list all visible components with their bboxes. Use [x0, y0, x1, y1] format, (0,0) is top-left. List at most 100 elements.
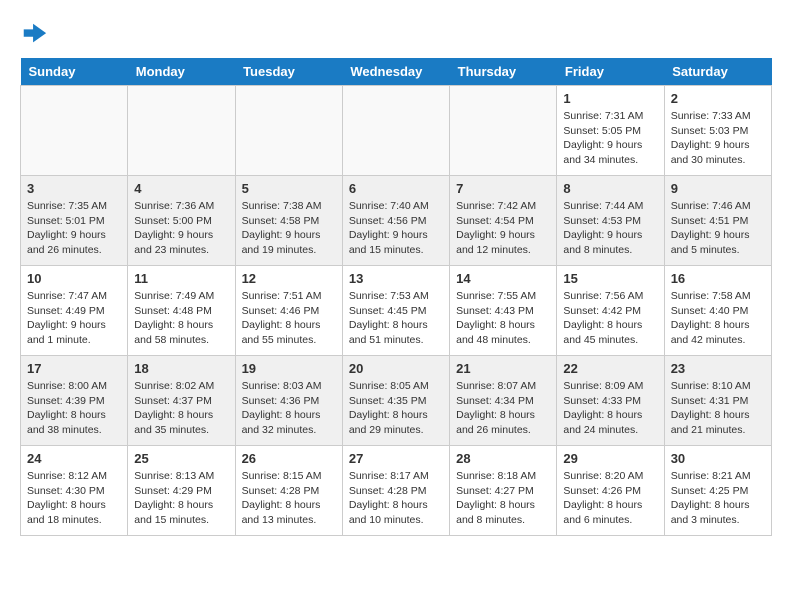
day-info: Sunrise: 7:55 AM Sunset: 4:43 PM Dayligh… [456, 289, 550, 348]
day-cell [450, 86, 557, 176]
week-row-4: 17Sunrise: 8:00 AM Sunset: 4:39 PM Dayli… [21, 356, 772, 446]
day-info: Sunrise: 7:58 AM Sunset: 4:40 PM Dayligh… [671, 289, 765, 348]
day-cell: 19 Sunrise: 8:03 AM Sunset: 4:36 PM Dayli… [235, 356, 342, 446]
day-number: 4 [134, 181, 228, 196]
day-number: 28 [456, 451, 550, 466]
day-cell: 7 Sunrise: 7:42 AM Sunset: 4:54 PM Daylig… [450, 176, 557, 266]
day-cell: 6 Sunrise: 7:40 AM Sunset: 4:56 PM Daylig… [342, 176, 449, 266]
day-number: 15 [563, 271, 657, 286]
day-number: 2 [671, 91, 765, 106]
day-cell: 23Sunrise: 8:10 AM Sunset: 4:31 PM Dayli… [664, 356, 771, 446]
col-header-saturday: Saturday [664, 58, 771, 86]
day-cell: 9 Sunrise: 7:46 AM Sunset: 4:51 PM Daylig… [664, 176, 771, 266]
day-number: 25 [134, 451, 228, 466]
day-info: Sunrise: 8:13 AM Sunset: 4:29 PM Dayligh… [134, 469, 228, 528]
day-number: 18 [134, 361, 228, 376]
day-info: Sunrise: 7:49 AM Sunset: 4:48 PM Dayligh… [134, 289, 228, 348]
col-header-wednesday: Wednesday [342, 58, 449, 86]
col-header-monday: Monday [128, 58, 235, 86]
day-number: 6 [349, 181, 443, 196]
day-number: 22 [563, 361, 657, 376]
day-info: Sunrise: 7:38 AM Sunset: 4:58 PM Dayligh… [242, 199, 336, 258]
day-cell: 28 Sunrise: 8:18 AM Sunset: 4:27 PM Dayli… [450, 446, 557, 536]
week-row-2: 3 Sunrise: 7:35 AM Sunset: 5:01 PM Daylig… [21, 176, 772, 266]
day-cell: 17Sunrise: 8:00 AM Sunset: 4:39 PM Dayli… [21, 356, 128, 446]
logo [20, 20, 52, 48]
day-cell: 3 Sunrise: 7:35 AM Sunset: 5:01 PM Daylig… [21, 176, 128, 266]
day-info: Sunrise: 8:05 AM Sunset: 4:35 PM Dayligh… [349, 379, 443, 438]
week-row-5: 24Sunrise: 8:12 AM Sunset: 4:30 PM Dayli… [21, 446, 772, 536]
day-number: 10 [27, 271, 121, 286]
day-info: Sunrise: 7:40 AM Sunset: 4:56 PM Dayligh… [349, 199, 443, 258]
day-info: Sunrise: 8:15 AM Sunset: 4:28 PM Dayligh… [242, 469, 336, 528]
day-number: 20 [349, 361, 443, 376]
day-cell: 15 Sunrise: 7:56 AM Sunset: 4:42 PM Dayli… [557, 266, 664, 356]
day-cell: 21Sunrise: 8:07 AM Sunset: 4:34 PM Dayli… [450, 356, 557, 446]
day-info: Sunrise: 8:20 AM Sunset: 4:26 PM Dayligh… [563, 469, 657, 528]
day-info: Sunrise: 7:56 AM Sunset: 4:42 PM Dayligh… [563, 289, 657, 348]
day-info: Sunrise: 8:21 AM Sunset: 4:25 PM Dayligh… [671, 469, 765, 528]
day-cell: 14 Sunrise: 7:55 AM Sunset: 4:43 PM Dayli… [450, 266, 557, 356]
day-info: Sunrise: 7:35 AM Sunset: 5:01 PM Dayligh… [27, 199, 121, 258]
day-number: 19 [242, 361, 336, 376]
day-number: 17 [27, 361, 121, 376]
day-cell: 20 Sunrise: 8:05 AM Sunset: 4:35 PM Dayli… [342, 356, 449, 446]
day-cell: 5 Sunrise: 7:38 AM Sunset: 4:58 PM Daylig… [235, 176, 342, 266]
day-number: 30 [671, 451, 765, 466]
day-info: Sunrise: 7:42 AM Sunset: 4:54 PM Dayligh… [456, 199, 550, 258]
day-number: 1 [563, 91, 657, 106]
day-info: Sunrise: 8:03 AM Sunset: 4:36 PM Dayligh… [242, 379, 336, 438]
day-number: 14 [456, 271, 550, 286]
day-cell: 4Sunrise: 7:36 AM Sunset: 5:00 PM Daylig… [128, 176, 235, 266]
day-cell: 25 Sunrise: 8:13 AM Sunset: 4:29 PM Dayli… [128, 446, 235, 536]
day-cell: 1 Sunrise: 7:31 AM Sunset: 5:05 PM Daylig… [557, 86, 664, 176]
page-header [20, 20, 772, 48]
day-cell: 13 Sunrise: 7:53 AM Sunset: 4:45 PM Dayli… [342, 266, 449, 356]
day-number: 9 [671, 181, 765, 196]
day-cell: 12 Sunrise: 7:51 AM Sunset: 4:46 PM Dayli… [235, 266, 342, 356]
col-header-friday: Friday [557, 58, 664, 86]
day-number: 3 [27, 181, 121, 196]
day-number: 16 [671, 271, 765, 286]
day-number: 12 [242, 271, 336, 286]
day-info: Sunrise: 8:18 AM Sunset: 4:27 PM Dayligh… [456, 469, 550, 528]
day-cell: 30 Sunrise: 8:21 AM Sunset: 4:25 PM Dayli… [664, 446, 771, 536]
day-info: Sunrise: 7:31 AM Sunset: 5:05 PM Dayligh… [563, 109, 657, 168]
day-info: Sunrise: 7:33 AM Sunset: 5:03 PM Dayligh… [671, 109, 765, 168]
week-row-1: 1 Sunrise: 7:31 AM Sunset: 5:05 PM Daylig… [21, 86, 772, 176]
day-cell: 16 Sunrise: 7:58 AM Sunset: 4:40 PM Dayli… [664, 266, 771, 356]
day-number: 8 [563, 181, 657, 196]
day-cell: 24Sunrise: 8:12 AM Sunset: 4:30 PM Dayli… [21, 446, 128, 536]
day-number: 11 [134, 271, 228, 286]
calendar-header-row: SundayMondayTuesdayWednesdayThursdayFrid… [21, 58, 772, 86]
day-number: 24 [27, 451, 121, 466]
day-info: Sunrise: 7:53 AM Sunset: 4:45 PM Dayligh… [349, 289, 443, 348]
day-info: Sunrise: 7:51 AM Sunset: 4:46 PM Dayligh… [242, 289, 336, 348]
day-info: Sunrise: 8:09 AM Sunset: 4:33 PM Dayligh… [563, 379, 657, 438]
day-cell: 22 Sunrise: 8:09 AM Sunset: 4:33 PM Dayli… [557, 356, 664, 446]
day-cell: 8Sunrise: 7:44 AM Sunset: 4:53 PM Daylig… [557, 176, 664, 266]
col-header-sunday: Sunday [21, 58, 128, 86]
day-info: Sunrise: 8:02 AM Sunset: 4:37 PM Dayligh… [134, 379, 228, 438]
day-cell: 29 Sunrise: 8:20 AM Sunset: 4:26 PM Dayli… [557, 446, 664, 536]
day-number: 26 [242, 451, 336, 466]
logo-icon [20, 20, 48, 48]
col-header-tuesday: Tuesday [235, 58, 342, 86]
day-number: 7 [456, 181, 550, 196]
day-cell [21, 86, 128, 176]
day-number: 29 [563, 451, 657, 466]
day-info: Sunrise: 8:17 AM Sunset: 4:28 PM Dayligh… [349, 469, 443, 528]
day-cell: 10Sunrise: 7:47 AM Sunset: 4:49 PM Dayli… [21, 266, 128, 356]
day-info: Sunrise: 7:46 AM Sunset: 4:51 PM Dayligh… [671, 199, 765, 258]
day-info: Sunrise: 8:07 AM Sunset: 4:34 PM Dayligh… [456, 379, 550, 438]
col-header-thursday: Thursday [450, 58, 557, 86]
day-cell: 2 Sunrise: 7:33 AM Sunset: 5:03 PM Daylig… [664, 86, 771, 176]
day-cell: 18 Sunrise: 8:02 AM Sunset: 4:37 PM Dayli… [128, 356, 235, 446]
day-cell: 11 Sunrise: 7:49 AM Sunset: 4:48 PM Dayli… [128, 266, 235, 356]
day-cell: 26 Sunrise: 8:15 AM Sunset: 4:28 PM Dayli… [235, 446, 342, 536]
day-cell [342, 86, 449, 176]
day-number: 13 [349, 271, 443, 286]
day-number: 23 [671, 361, 765, 376]
day-cell: 27Sunrise: 8:17 AM Sunset: 4:28 PM Dayli… [342, 446, 449, 536]
day-number: 5 [242, 181, 336, 196]
